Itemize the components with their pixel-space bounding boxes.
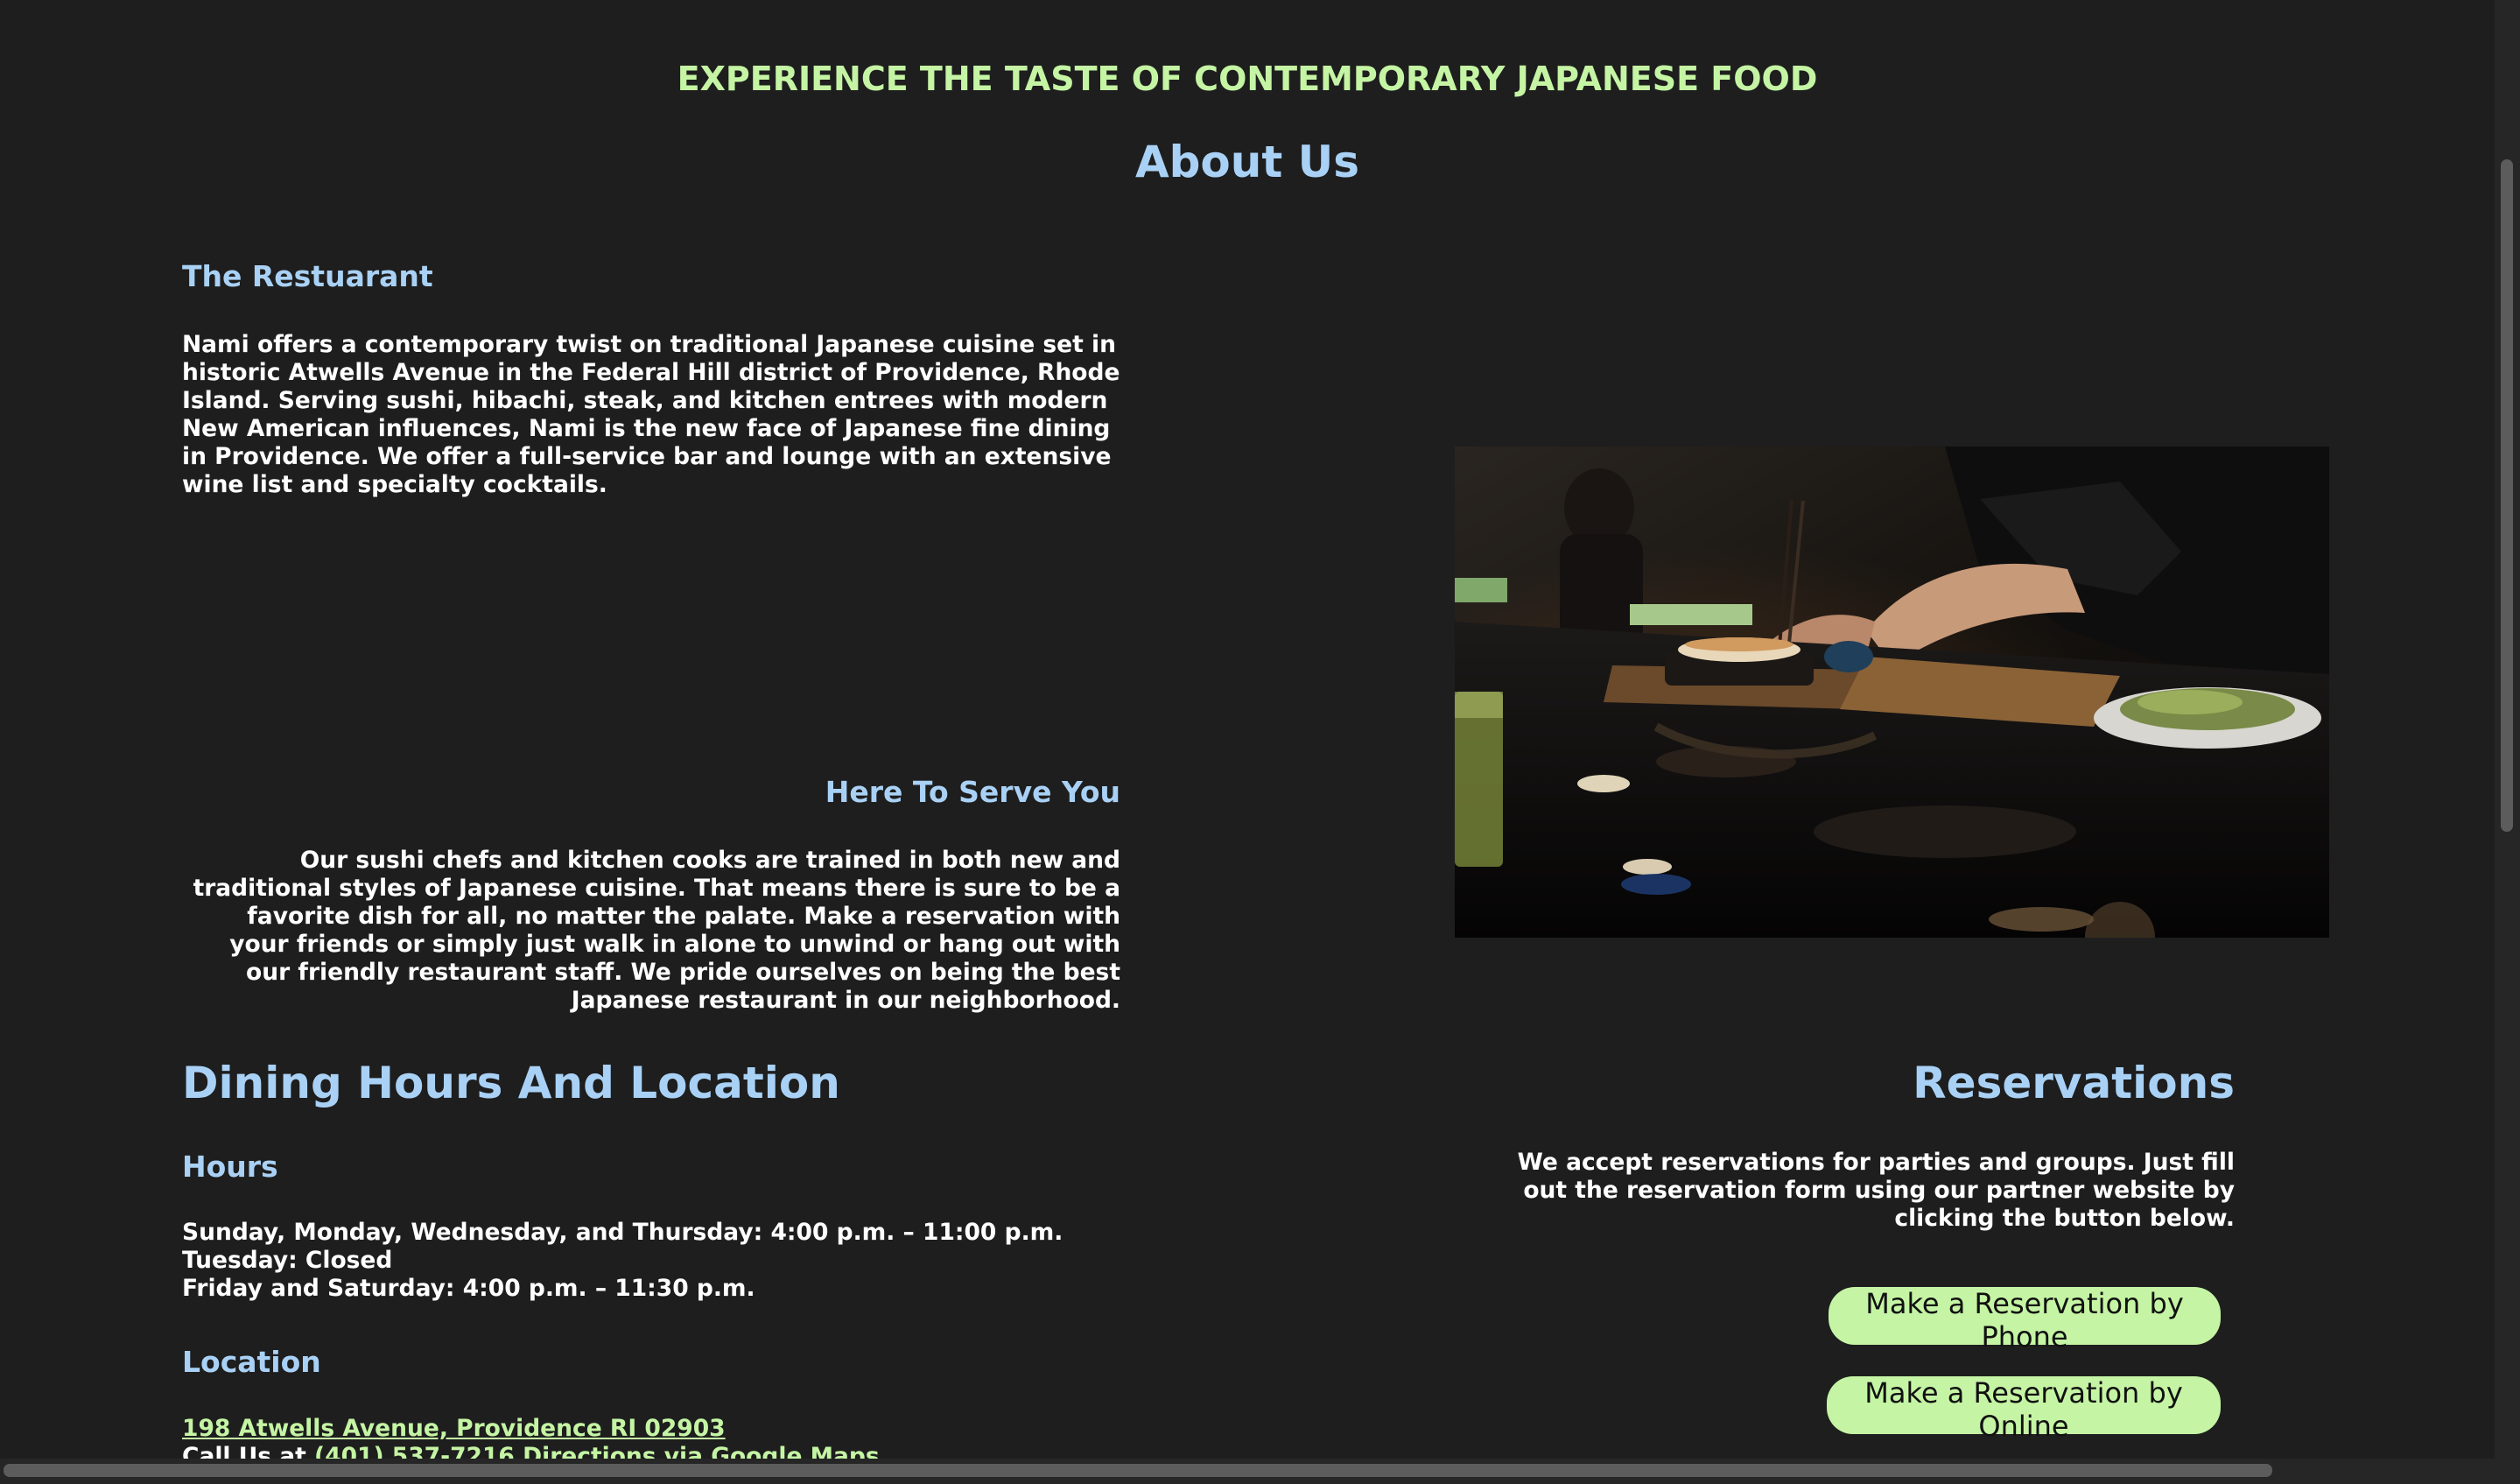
reserve-online-button[interactable]: Make a Reservation by Online [1827,1376,2221,1443]
address-link[interactable]: 198 Atwells Avenue, Providence RI 02903 [182,1415,726,1442]
reserve-by-phone-button[interactable]: Make a Reservation by Phone [1829,1287,2221,1354]
sushi-chef-photo [1455,447,2329,938]
hours-line: Friday and Saturday: 4:00 p.m. – 11:30 p… [182,1275,755,1302]
restaurant-description: Nami offers a contemporary twist on trad… [182,331,1120,498]
page-title: About Us [1134,137,1360,187]
hours-list: Sunday, Monday, Wednesday, and Thursday:… [182,1219,1407,1303]
hours-heading: Hours [182,1150,278,1184]
restaurant-heading: The Restuarant [182,259,433,293]
page: EXPERIENCE THE TASTE OF CONTEMPORARY JAP… [0,0,2520,1484]
hours-line: Tuesday: Closed [182,1247,393,1274]
location-heading: Location [182,1345,321,1379]
reservations-heading: Reservations [1913,1058,2235,1108]
hours-line: Sunday, Monday, Wednesday, and Thursday:… [182,1219,1063,1246]
serve-description: Our sushi chefs and kitchen cooks are tr… [193,847,1120,1014]
horizontal-scrollbar-thumb[interactable] [4,1464,2272,1477]
serve-heading: Here To Serve You [825,775,1120,809]
vertical-scrollbar-thumb[interactable] [2501,159,2513,832]
dining-heading: Dining Hours And Location [182,1058,840,1108]
site-tagline: EXPERIENCE THE TASTE OF CONTEMPORARY JAP… [677,60,1818,98]
reservations-description: We accept reservations for parties and g… [1517,1149,2235,1232]
